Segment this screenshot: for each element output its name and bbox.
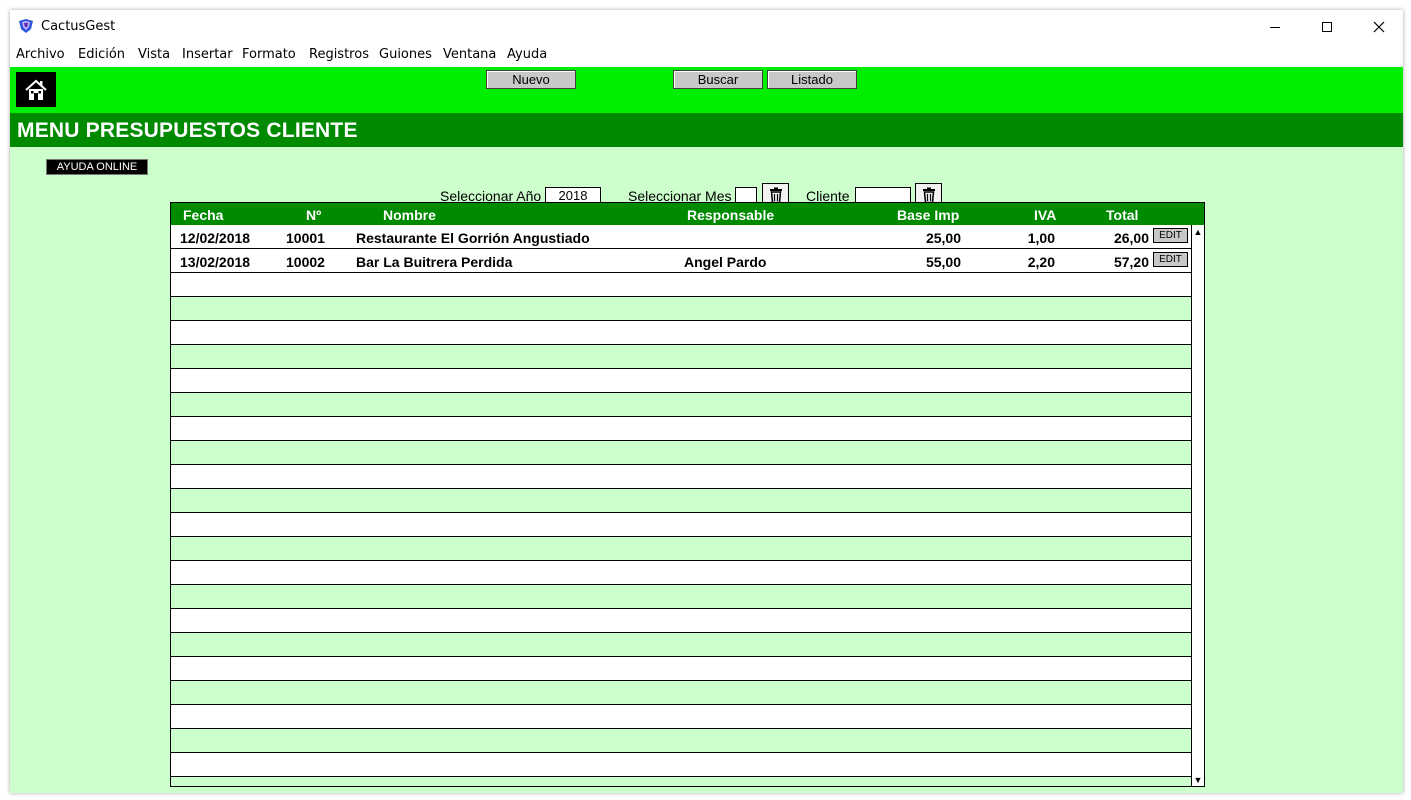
header-iva[interactable]: IVA (1034, 207, 1056, 223)
table-scrollbar[interactable]: ▲ ▼ (1191, 225, 1204, 786)
table-row-empty (171, 417, 1191, 441)
table-row-empty (171, 441, 1191, 465)
table-row-empty (171, 297, 1191, 321)
table-row-empty (171, 729, 1191, 753)
cell-base-imp: 55,00 (925, 254, 961, 270)
app-window: CactusGest Archivo Edición Vista Inserta… (10, 10, 1403, 793)
home-icon (25, 79, 47, 100)
menu-guiones[interactable]: Guiones (379, 47, 432, 62)
cell-total: 26,00 (1113, 230, 1149, 246)
trash-icon (922, 187, 935, 203)
table-row-empty (171, 705, 1191, 729)
search-button[interactable]: Buscar (673, 70, 763, 89)
table-row-empty (171, 369, 1191, 393)
close-icon (1373, 21, 1385, 32)
menu-formato[interactable]: Formato (242, 47, 296, 62)
table-row-empty (171, 753, 1191, 777)
edit-button[interactable]: EDIT (1153, 228, 1188, 243)
cell-numero: 10001 (286, 230, 325, 246)
table-row-empty (171, 537, 1191, 561)
table-body: 12/02/2018 10001 Restaurante El Gorrión … (171, 225, 1191, 786)
page-header: MENU PRESUPUESTOS CLIENTE (10, 113, 1403, 147)
table-row-empty (171, 585, 1191, 609)
header-responsable[interactable]: Responsable (687, 207, 774, 223)
home-button[interactable] (16, 72, 56, 107)
main-content: AYUDA ONLINE Seleccionar Año 2018 Selecc… (10, 147, 1403, 793)
table-row-empty (171, 561, 1191, 585)
trash-icon (769, 187, 782, 203)
cell-responsable: Angel Pardo (684, 254, 767, 270)
window-title: CactusGest (41, 19, 116, 34)
table-row-empty (171, 633, 1191, 657)
header-total[interactable]: Total (1106, 207, 1138, 223)
minimize-button[interactable] (1249, 10, 1301, 43)
title-bar: CactusGest (10, 10, 1403, 43)
menu-ayuda[interactable]: Ayuda (507, 47, 547, 62)
cell-nombre: Restaurante El Gorrión Angustiado (356, 230, 590, 246)
table-row-empty (171, 777, 1191, 786)
cell-fecha: 13/02/2018 (180, 254, 251, 270)
table-header: Fecha Nº Nombre Responsable Base Imp IVA… (171, 203, 1204, 225)
toolbar: Nuevo Buscar Listado (10, 67, 1403, 113)
cell-numero: 10002 (286, 254, 325, 270)
scroll-down-icon[interactable]: ▼ (1192, 773, 1204, 786)
maximize-button[interactable] (1301, 10, 1353, 43)
cell-fecha: 12/02/2018 (180, 230, 251, 246)
table-row[interactable]: 12/02/2018 10001 Restaurante El Gorrión … (171, 225, 1191, 249)
table-row-empty (171, 465, 1191, 489)
help-online-button[interactable]: AYUDA ONLINE (46, 159, 148, 175)
menu-vista[interactable]: Vista (138, 47, 170, 62)
menu-edicion[interactable]: Edición (78, 47, 125, 62)
table-row-empty (171, 681, 1191, 705)
menu-ventana[interactable]: Ventana (443, 47, 496, 62)
cell-iva: 1,00 (1027, 230, 1055, 246)
table-row-empty (171, 321, 1191, 345)
minimize-icon (1270, 26, 1280, 28)
menu-insertar[interactable]: Insertar (182, 47, 233, 62)
table-row-empty (171, 345, 1191, 369)
menu-registros[interactable]: Registros (309, 47, 369, 62)
scroll-up-icon[interactable]: ▲ (1192, 225, 1204, 238)
quotes-table: Fecha Nº Nombre Responsable Base Imp IVA… (170, 202, 1205, 787)
menu-bar: Archivo Edición Vista Insertar Formato R… (10, 44, 1403, 66)
header-fecha[interactable]: Fecha (183, 207, 223, 223)
cell-total: 57,20 (1113, 254, 1149, 270)
cell-base-imp: 25,00 (925, 230, 961, 246)
new-button[interactable]: Nuevo (486, 70, 576, 89)
header-nombre[interactable]: Nombre (383, 207, 436, 223)
cell-nombre: Bar La Buitrera Perdida (356, 254, 513, 270)
table-row-empty (171, 657, 1191, 681)
table-row-empty (171, 393, 1191, 417)
edit-button[interactable]: EDIT (1153, 252, 1188, 267)
close-button[interactable] (1353, 10, 1403, 43)
table-row-empty (171, 609, 1191, 633)
table-row[interactable]: 13/02/2018 10002 Bar La Buitrera Perdida… (171, 249, 1191, 273)
cell-iva: 2,20 (1027, 254, 1055, 270)
page-title: MENU PRESUPUESTOS CLIENTE (17, 119, 358, 142)
menu-archivo[interactable]: Archivo (16, 47, 65, 62)
table-row-empty (171, 489, 1191, 513)
maximize-icon (1322, 21, 1332, 32)
table-row-empty (171, 513, 1191, 537)
header-numero[interactable]: Nº (306, 207, 321, 223)
list-button[interactable]: Listado (767, 70, 857, 89)
cactusgest-app-icon (19, 19, 33, 33)
table-row-empty (171, 273, 1191, 297)
header-base-imp[interactable]: Base Imp (897, 207, 959, 223)
